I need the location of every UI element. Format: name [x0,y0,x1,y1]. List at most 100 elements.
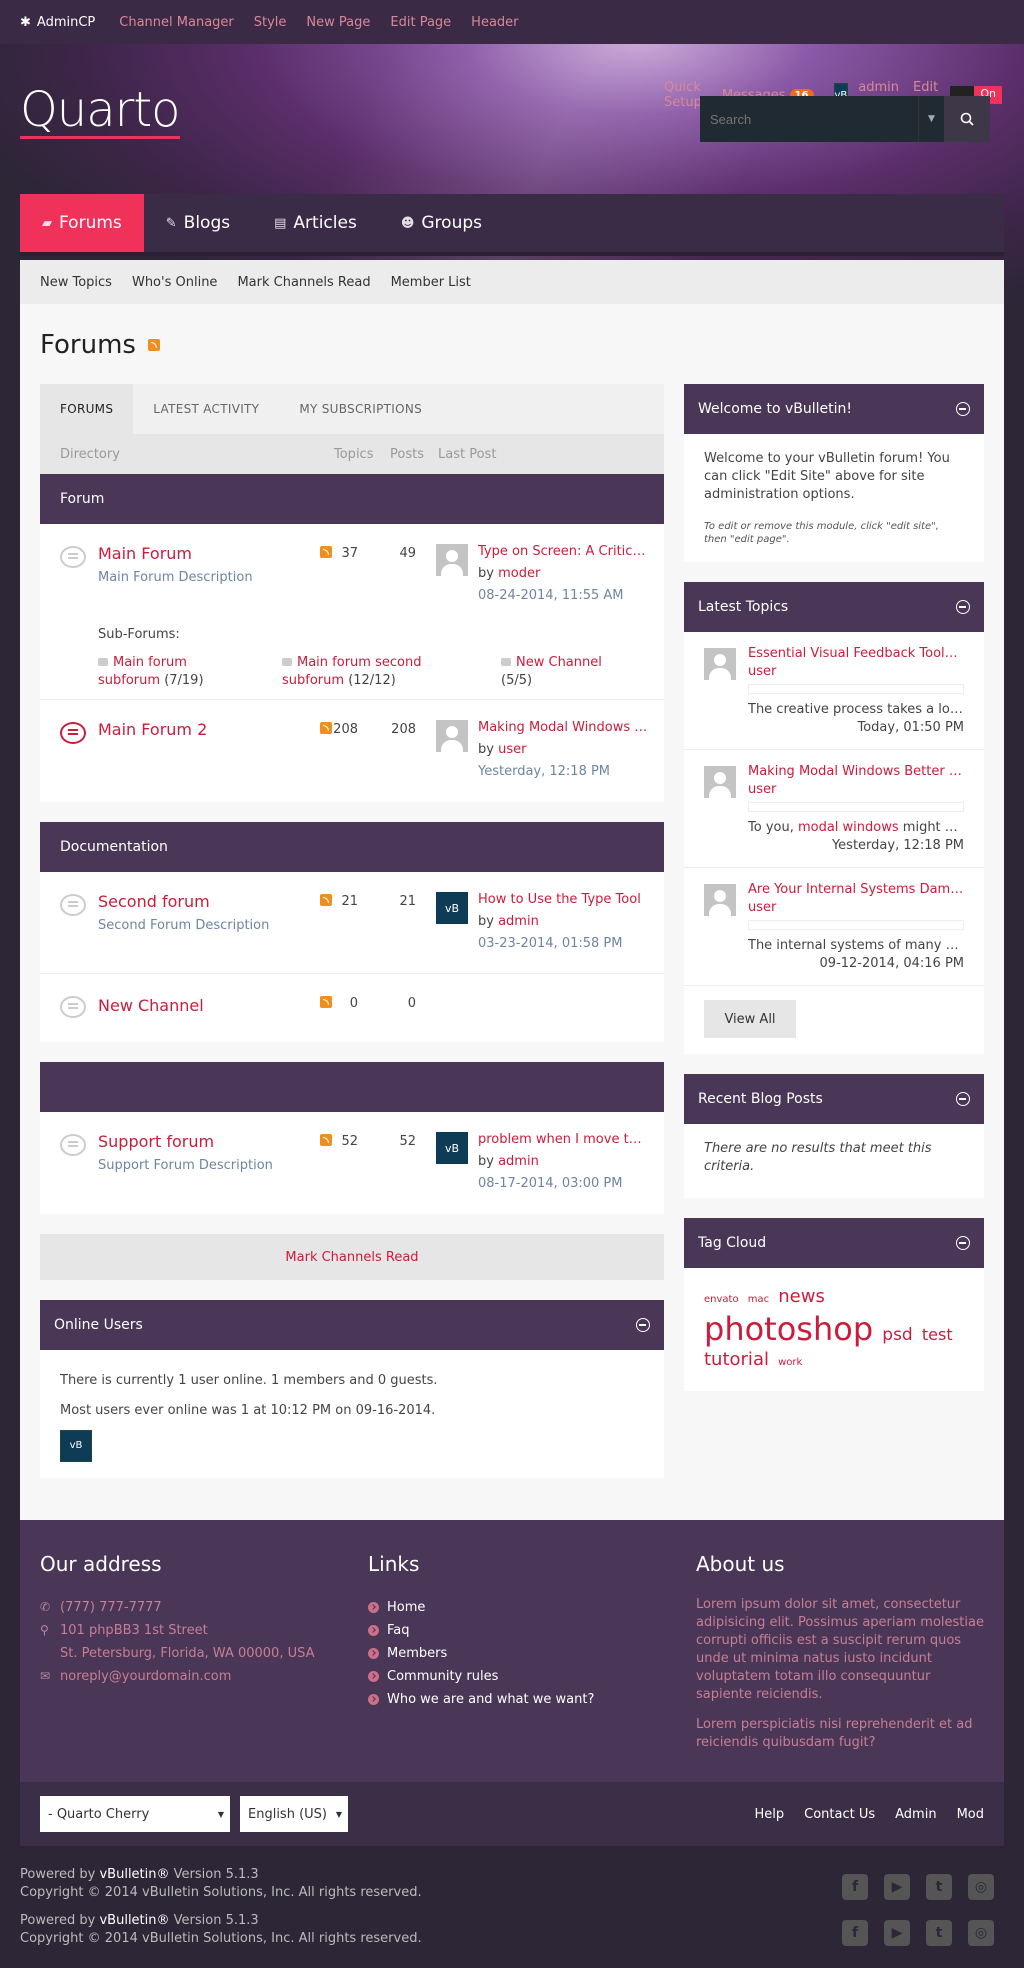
footer-contact-link[interactable]: Contact Us [804,1807,875,1822]
subnav-member-list[interactable]: Member List [391,275,471,290]
footer-link-about[interactable]: Who we are and what we want? [368,1688,668,1711]
subnav-mark-read[interactable]: Mark Channels Read [237,275,370,290]
tab-forums[interactable]: ▰ Forums [20,194,144,252]
toolbar-link-edit-page[interactable]: Edit Page [390,15,451,30]
tab-groups[interactable]: ☻ Groups [379,194,504,252]
tab-articles[interactable]: ▤ Articles [252,194,379,252]
youtube-icon[interactable]: ▶ [884,1920,910,1946]
subnav-whos-online[interactable]: Who's Online [132,275,217,290]
facebook-icon[interactable]: f [842,1920,868,1946]
avatar[interactable] [436,720,468,752]
tag-link[interactable]: test [922,1325,953,1344]
subforum-link[interactable]: Main forum [113,655,187,670]
avatar[interactable] [704,648,736,680]
topic-author-link[interactable]: user [748,900,776,915]
topic-title-link[interactable]: Making Modal Windows Better For Everyone [748,764,964,779]
subforum-link-cont[interactable]: subforum [98,673,160,688]
facebook-icon[interactable]: f [842,1874,868,1900]
section-title[interactable] [40,1062,664,1112]
view-all-button[interactable]: View All [704,1000,796,1038]
online-user-avatar[interactable]: vB [60,1430,92,1462]
tag-link[interactable]: tutorial [704,1349,769,1370]
topic-author-link[interactable]: user [748,782,776,797]
tab-latest-activity[interactable]: LATEST ACTIVITY [133,384,279,434]
instagram-icon[interactable]: ◎ [968,1874,994,1900]
toolbar-link-header[interactable]: Header [471,15,518,30]
admincp-link[interactable]: ✱ AdminCP [20,15,95,30]
tab-blogs[interactable]: ✎ Blogs [144,194,252,252]
footer-email[interactable]: ✉ noreply@yourdomain.com [40,1665,340,1688]
posts-count: 0 [407,996,416,1011]
avatar[interactable] [704,884,736,916]
search-input[interactable] [700,96,918,142]
vbulletin-link[interactable]: vBulletin® [99,1913,169,1928]
footer-link-rules[interactable]: Community rules [368,1665,668,1688]
last-post-date: 03-23-2014, 01:58 PM [478,936,623,951]
forum-title-link[interactable]: New Channel [98,996,204,1015]
youtube-icon[interactable]: ▶ [884,1874,910,1900]
footer-mod-link[interactable]: Mod [957,1807,984,1822]
author-link[interactable]: admin [498,1154,539,1169]
author-link[interactable]: admin [498,914,539,929]
tag-link[interactable]: news [778,1286,825,1307]
twitter-icon[interactable]: t [926,1920,952,1946]
tag-link[interactable]: mac [748,1294,769,1305]
tag-link[interactable]: photoshop [704,1310,873,1348]
tag-link[interactable]: psd [882,1325,912,1345]
last-post-link[interactable]: Type on Screen: A Critical Review [478,544,648,559]
toolbar-link-channel-manager[interactable]: Channel Manager [119,15,234,30]
toolbar-link-new-page[interactable]: New Page [306,15,370,30]
mark-channels-read-button[interactable]: Mark Channels Read [40,1234,664,1280]
subforum-link[interactable]: Main forum second [297,655,421,670]
last-post-link[interactable]: problem when I move the cursor [478,1132,648,1147]
quick-setup-link[interactable]: Quick Setup [664,80,702,110]
rss-icon[interactable] [147,339,160,351]
collapse-icon[interactable] [956,600,970,614]
search-options-dropdown[interactable]: ▼ [918,96,944,142]
language-select[interactable]: English (US) [240,1796,348,1832]
subnav-new-topics[interactable]: New Topics [40,275,112,290]
section-title[interactable]: Documentation [40,822,664,872]
avatar[interactable]: vB [436,1132,468,1164]
collapse-icon[interactable] [956,402,970,416]
site-logo[interactable]: Quarto [20,86,181,139]
last-post-link[interactable]: Making Modal Windows Better [478,720,648,735]
tab-my-subscriptions[interactable]: MY SUBSCRIPTIONS [279,384,442,434]
subforum-link-cont[interactable]: subforum [282,673,344,688]
footer-admin-link[interactable]: Admin [895,1807,936,1822]
forum-status-icon [60,996,86,1018]
section-title[interactable]: Forum [40,474,664,524]
footer-link-faq[interactable]: Faq [368,1619,668,1642]
collapse-icon[interactable] [956,1236,970,1250]
footer-link-home[interactable]: Home [368,1596,668,1619]
style-select[interactable]: - Quarto Cherry [40,1796,230,1832]
twitter-icon[interactable]: t [926,1874,952,1900]
topic-author-link[interactable]: user [748,664,776,679]
search-button[interactable] [944,96,990,142]
author-link[interactable]: user [498,742,526,757]
vbulletin-link[interactable]: vBulletin® [99,1867,169,1882]
author-link[interactable]: moder [498,566,540,581]
forum-title-link[interactable]: Main Forum [98,544,192,563]
forum-title-link[interactable]: Main Forum 2 [98,720,207,739]
excerpt-link[interactable]: modal windows [798,820,899,835]
collapse-icon[interactable] [636,1318,650,1332]
copyright-duplicate: Powered by vBulletin® Version 5.1.3 Copy… [20,1912,422,1948]
forum-title-link[interactable]: Support forum [98,1132,214,1151]
collapse-icon[interactable] [956,1092,970,1106]
toolbar-link-style[interactable]: Style [254,15,287,30]
tag-link[interactable]: work [778,1357,802,1368]
avatar[interactable] [704,766,736,798]
topic-title-link[interactable]: Are Your Internal Systems Damaging Produ… [748,882,964,897]
footer-help-link[interactable]: Help [755,1807,785,1822]
footer-link-members[interactable]: Members [368,1642,668,1665]
subforum-link[interactable]: New Channel [516,655,602,670]
tab-forums-list[interactable]: FORUMS [40,384,134,434]
last-post-link[interactable]: How to Use the Type Tool [478,892,648,907]
forum-title-link[interactable]: Second forum [98,892,210,911]
avatar[interactable] [436,544,468,576]
avatar[interactable]: vB [436,892,468,924]
tag-link[interactable]: envato [704,1294,739,1305]
instagram-icon[interactable]: ◎ [968,1920,994,1946]
topic-title-link[interactable]: Essential Visual Feedback Tools For Web … [748,646,964,661]
